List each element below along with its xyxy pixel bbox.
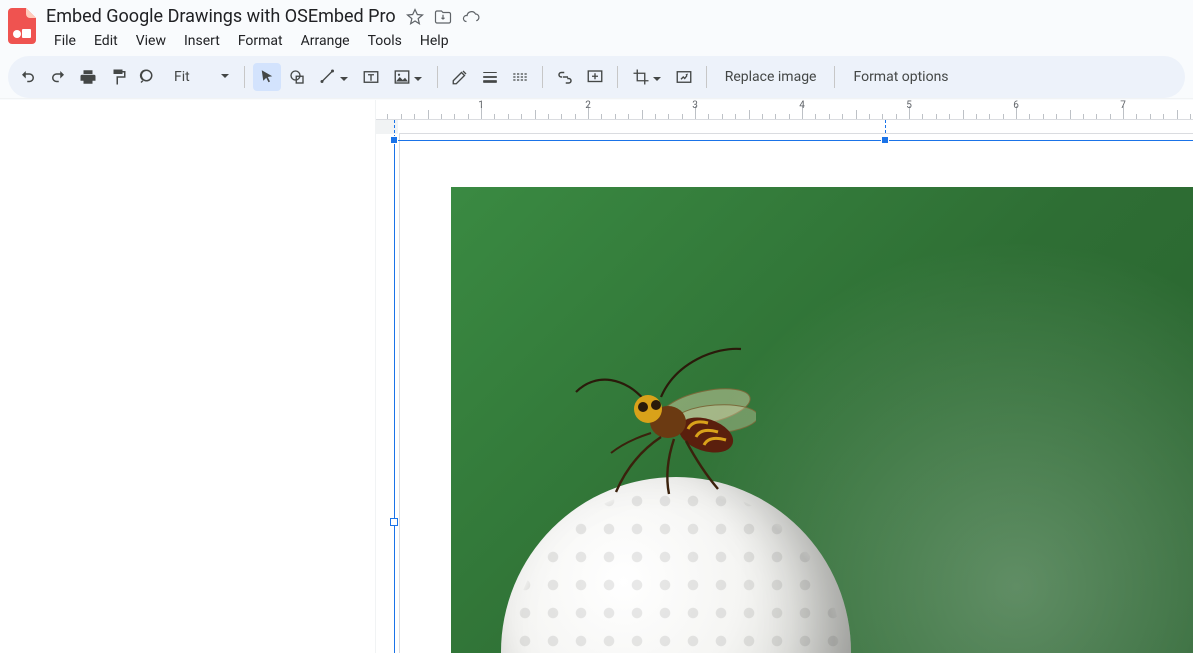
zoom-label: Fit bbox=[174, 69, 190, 85]
menu-tools[interactable]: Tools bbox=[360, 29, 410, 53]
app-drawings-icon[interactable] bbox=[8, 8, 36, 44]
border-dash-button[interactable] bbox=[506, 63, 534, 91]
selection-handle-tl[interactable] bbox=[390, 136, 398, 144]
zoom-dropdown[interactable]: Fit bbox=[164, 63, 236, 91]
workspace: 1 2 3 4 5 6 7 bbox=[0, 100, 1193, 653]
separator bbox=[437, 66, 438, 88]
menu-edit[interactable]: Edit bbox=[86, 29, 126, 53]
selection-handle-tm[interactable] bbox=[881, 136, 889, 144]
print-button[interactable] bbox=[74, 63, 102, 91]
menu-view[interactable]: View bbox=[128, 29, 174, 53]
redo-button[interactable] bbox=[44, 63, 72, 91]
left-gutter bbox=[0, 100, 376, 653]
select-tool-button[interactable] bbox=[253, 63, 281, 91]
menu-insert[interactable]: Insert bbox=[176, 29, 228, 53]
line-tool-button[interactable] bbox=[313, 63, 355, 91]
separator bbox=[617, 66, 618, 88]
ruler-number: 7 bbox=[1120, 100, 1126, 111]
selection-handle-ml[interactable] bbox=[390, 518, 398, 526]
undo-button[interactable] bbox=[14, 63, 42, 91]
selection-border-left bbox=[394, 140, 395, 653]
paint-format-button[interactable] bbox=[104, 63, 132, 91]
separator bbox=[244, 66, 245, 88]
drawing-page[interactable] bbox=[400, 134, 1193, 653]
selection-border-top bbox=[394, 140, 1193, 141]
insert-comment-button[interactable] bbox=[581, 63, 609, 91]
ruler-number: 4 bbox=[799, 100, 805, 111]
separator bbox=[834, 66, 835, 88]
textbox-tool-button[interactable] bbox=[357, 63, 385, 91]
menu-bar: File Edit View Insert Format Arrange Too… bbox=[46, 29, 480, 53]
menu-file[interactable]: File bbox=[46, 29, 84, 53]
ruler-number: 1 bbox=[478, 100, 484, 111]
menu-arrange[interactable]: Arrange bbox=[293, 29, 358, 53]
shape-tool-button[interactable] bbox=[283, 63, 311, 91]
crop-image-button[interactable] bbox=[626, 63, 668, 91]
replace-image-button[interactable]: Replace image bbox=[715, 63, 827, 91]
horizontal-ruler[interactable]: 1 2 3 4 5 6 7 bbox=[376, 100, 1193, 120]
format-options-button[interactable]: Format options bbox=[843, 63, 958, 91]
insert-link-button[interactable] bbox=[551, 63, 579, 91]
insert-image-button[interactable] bbox=[387, 63, 429, 91]
border-weight-button[interactable] bbox=[476, 63, 504, 91]
ruler-number: 5 bbox=[906, 100, 912, 111]
canvas-area[interactable]: 1 2 3 4 5 6 7 bbox=[376, 100, 1193, 653]
ruler-number: 2 bbox=[585, 100, 591, 111]
titlebar: Embed Google Drawings with OSEmbed Pro F… bbox=[0, 0, 1193, 52]
ruler-number: 6 bbox=[1013, 100, 1019, 111]
reset-image-button[interactable] bbox=[670, 63, 698, 91]
border-color-button[interactable] bbox=[446, 63, 474, 91]
star-icon[interactable] bbox=[406, 8, 424, 26]
document-title[interactable]: Embed Google Drawings with OSEmbed Pro bbox=[46, 6, 396, 27]
move-icon[interactable] bbox=[434, 8, 452, 26]
separator bbox=[706, 66, 707, 88]
zoom-glass-button[interactable] bbox=[134, 63, 162, 91]
ruler-number: 3 bbox=[692, 100, 698, 111]
selected-image[interactable] bbox=[451, 187, 1193, 653]
wasp-graphic bbox=[566, 337, 756, 507]
menu-help[interactable]: Help bbox=[412, 29, 457, 53]
caret-down-icon bbox=[220, 69, 230, 85]
separator bbox=[542, 66, 543, 88]
menu-format[interactable]: Format bbox=[230, 29, 291, 53]
cloud-status-icon[interactable] bbox=[462, 8, 480, 26]
toolbar: Fit Replace image Format options bbox=[0, 52, 1193, 99]
